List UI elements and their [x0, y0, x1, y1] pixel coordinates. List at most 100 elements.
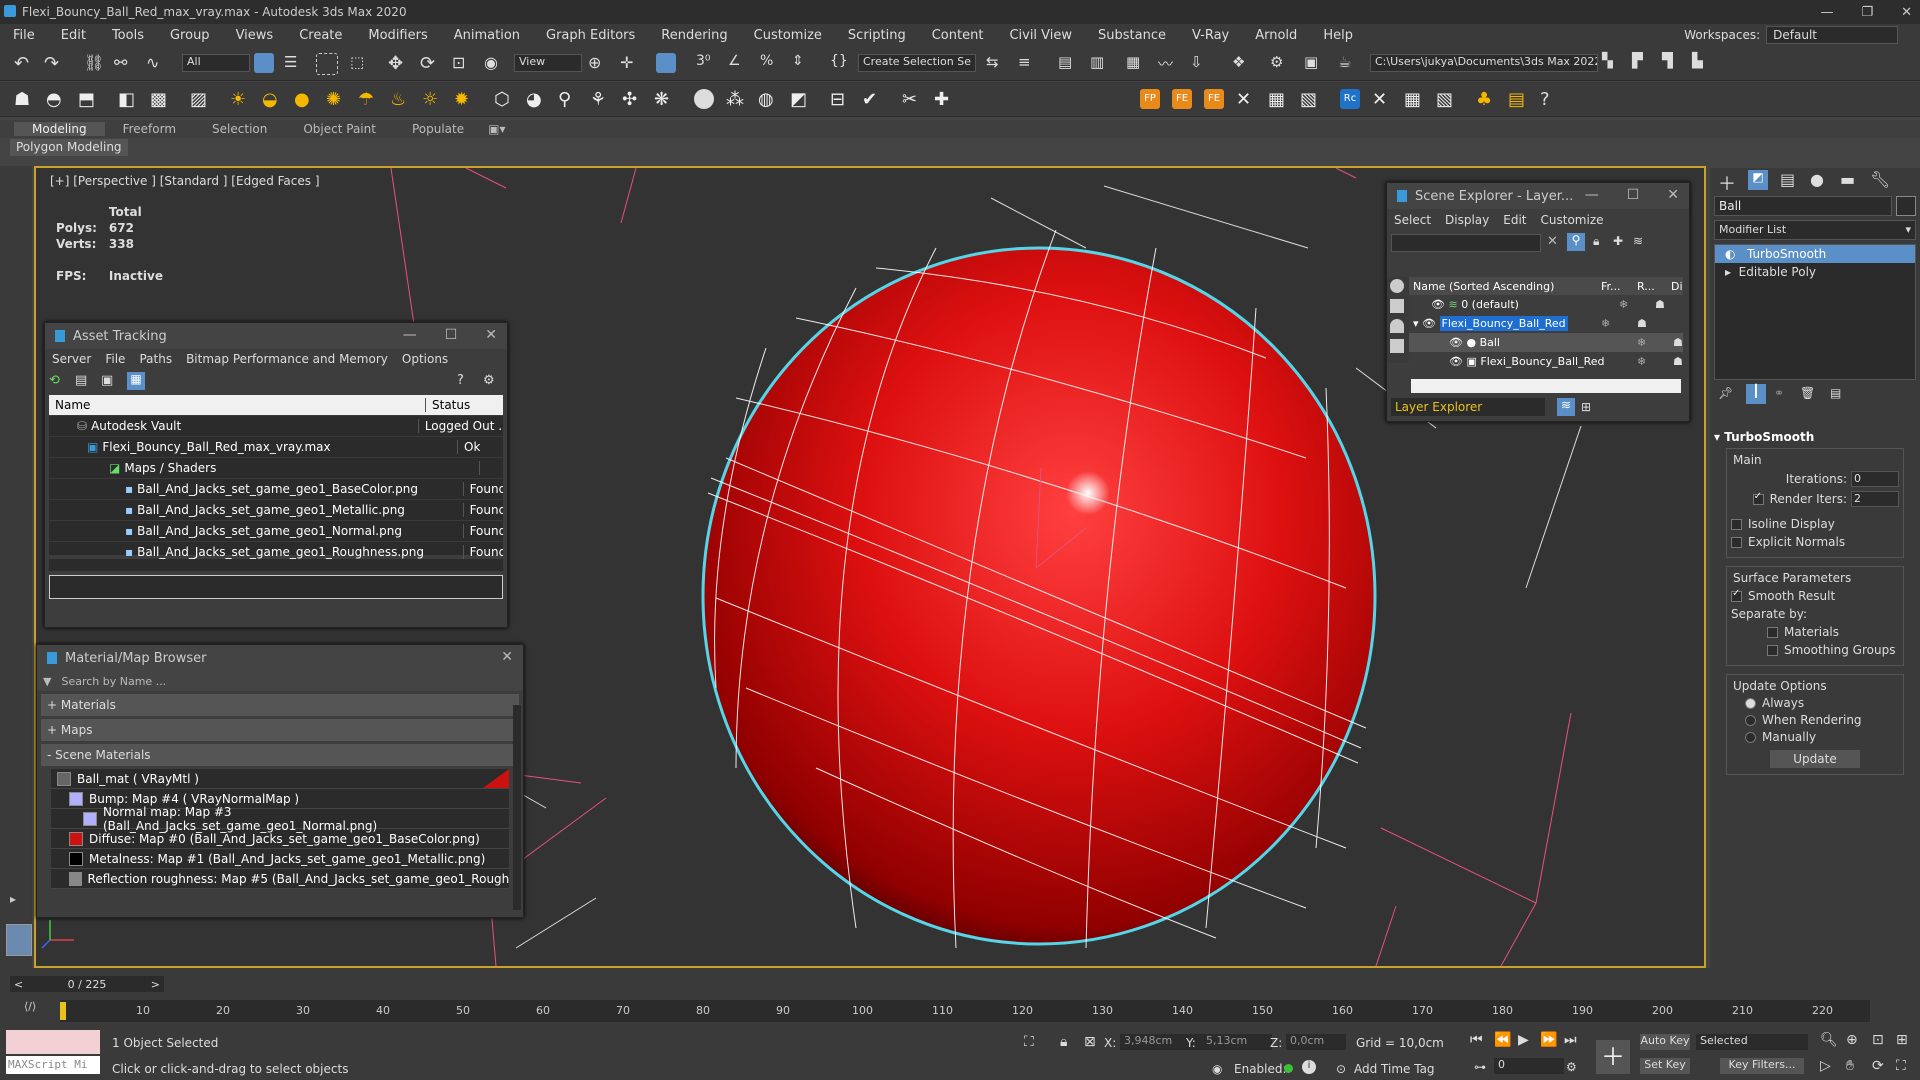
script-icon[interactable]: ◉ [1212, 1062, 1222, 1076]
menu-scripting[interactable]: Scripting [835, 28, 919, 43]
smooth-result-checkbox[interactable] [1731, 588, 1742, 602]
menu-display[interactable]: Display [1438, 213, 1496, 227]
current-frame-field[interactable]: 0 [1494, 1058, 1564, 1074]
light-ies-icon[interactable]: ☂ [358, 89, 378, 110]
list-item[interactable]: 👁︎ ▣ Flexi_Bouncy_Ball_Red ❄ ☗ [1409, 352, 1683, 371]
material-map-browser[interactable]: Material/Map Browser ✕ ▼ Search by Name … [36, 644, 524, 918]
forest-effects-icon[interactable]: FE [1204, 89, 1224, 109]
table-row[interactable]: ▪ Ball_And_Jacks_set_game_geo1_BaseColor.… [49, 479, 503, 500]
render-teapot-icon[interactable]: ☗ [1637, 317, 1647, 330]
asset-editor-icon[interactable]: ◧ [118, 89, 138, 110]
table-row[interactable]: ▪ Ball_And_Jacks_set_game_geo1_Normal.png… [49, 521, 503, 542]
transform-icon[interactable]: ✚ [934, 89, 954, 110]
freeze-icon[interactable]: ❄ [1619, 298, 1655, 311]
ball-object[interactable] [703, 248, 1375, 944]
time-config-icon[interactable]: ⚙ [1566, 1060, 1577, 1074]
material-editor-icon[interactable]: ❖ [1232, 53, 1252, 73]
railclone-icon[interactable]: Rc [1340, 89, 1360, 109]
time-tag-icon[interactable]: ⊙ [1336, 1062, 1346, 1076]
display-cameras-icon[interactable] [1390, 339, 1404, 353]
unlink-icon[interactable]: ⚯ [114, 53, 134, 73]
decal-icon[interactable]: ✣ [622, 89, 642, 110]
key-mode-icon[interactable]: ⊶ [1474, 1060, 1486, 1074]
selection-filter-dropdown[interactable]: All [182, 54, 250, 72]
explicit-normals-checkbox[interactable] [1731, 537, 1742, 548]
tab-modeling[interactable]: Modeling [14, 122, 105, 136]
scene-search-input[interactable] [1391, 234, 1541, 252]
materials-checkbox[interactable] [1767, 627, 1778, 638]
project-path-field[interactable]: C:\Users\jukya\Documents\3ds Max 2022 [1370, 54, 1598, 72]
select-by-name-icon[interactable]: ☰ [284, 53, 304, 73]
close-icon[interactable]: ✕ [485, 327, 497, 343]
maximize-icon[interactable]: ❐ [1861, 5, 1873, 20]
minimize-icon[interactable]: — [1585, 187, 1599, 203]
key-set-dropdown[interactable]: Selected [1696, 1034, 1808, 1050]
align-icon[interactable]: ≡ [1018, 53, 1038, 73]
railclone-panel-icon[interactable]: ▧ [1436, 89, 1456, 110]
railclone-grid-icon[interactable]: ▦ [1404, 89, 1424, 110]
material-browser-titlebar[interactable]: Material/Map Browser ✕ [37, 645, 523, 671]
expand-arrow-icon[interactable]: ▸ [1725, 265, 1731, 279]
layer-manager-icon[interactable]: ▨ [190, 89, 210, 110]
display-tab-icon[interactable]: ▬ [1840, 170, 1855, 189]
material-search-input[interactable]: Search by Name ... [61, 675, 166, 688]
render-teapot-icon[interactable]: ☗ [1673, 355, 1683, 368]
menu-file[interactable]: File [98, 352, 132, 366]
sun-icon[interactable]: ☼ [422, 89, 442, 110]
snaps-toggle-icon[interactable]: 3⁰ [696, 53, 716, 73]
horizontal-scrollbar[interactable] [1411, 379, 1681, 393]
zoom-extents-all-icon[interactable]: ⊞ [1896, 1032, 1908, 1048]
list-item[interactable]: 👁︎ ● Ball ❄ ☗ [1409, 333, 1683, 352]
proxy-icon[interactable]: ⬡ [494, 89, 514, 110]
edit-named-selection-icon[interactable]: {} [830, 53, 850, 73]
table-row[interactable]: ▪ Ball_And_Jacks_set_game_geo1_Metallic.p… [49, 500, 503, 521]
scene-explorer-window[interactable]: Scene Explorer - Layer... — ☐ ✕ Select D… [1386, 182, 1690, 422]
link-icon[interactable]: ⛓ [84, 53, 104, 73]
undo-icon[interactable]: ↶ [14, 53, 34, 74]
forest-edit-icon[interactable]: FE [1172, 89, 1192, 109]
sky-icon[interactable]: ✹ [454, 89, 474, 110]
display-geometry-icon[interactable] [1390, 299, 1404, 313]
move-icon[interactable]: ✥ [388, 53, 408, 74]
menu-server[interactable]: Server [45, 352, 98, 366]
menu-substance[interactable]: Substance [1085, 28, 1179, 43]
col-render[interactable]: R... [1637, 280, 1671, 293]
rect-selection-icon[interactable] [316, 53, 338, 75]
railclone-edit-icon[interactable]: ✕ [1372, 89, 1392, 110]
vfb-icon[interactable]: ⬒ [78, 89, 98, 110]
object-color-swatch[interactable] [1896, 196, 1916, 216]
teapot-icon[interactable]: ☗ [14, 89, 34, 110]
menu-options[interactable]: Options [395, 352, 455, 366]
tab-freeform[interactable]: Freeform [105, 122, 194, 136]
minimize-icon[interactable]: — [403, 327, 417, 343]
info-icon[interactable]: i [1302, 1060, 1316, 1074]
menu-views[interactable]: Views [223, 28, 287, 43]
render-teapot-icon[interactable]: ☗ [1673, 336, 1683, 349]
y-coordinate-field[interactable]: 5,13cm [1202, 1034, 1272, 1050]
menu-edit[interactable]: Edit [48, 28, 99, 43]
angle-snap-icon[interactable]: ∠ [728, 53, 748, 73]
light-sphere-icon[interactable]: ● [294, 89, 314, 110]
maximize-viewport-icon[interactable]: ⛶ [1896, 1058, 1906, 1074]
motion-tab-icon[interactable]: ● [1810, 170, 1824, 189]
enabled-indicator[interactable] [1284, 1064, 1293, 1073]
menu-group[interactable]: Group [157, 28, 223, 43]
menu-edit[interactable]: Edit [1496, 213, 1533, 227]
modifier-list-dropdown[interactable]: Modifier List ▾ [1714, 220, 1916, 240]
schematic-view-icon[interactable]: ⇩ [1190, 53, 1210, 73]
table-row[interactable]: ⛁ Autodesk Vault Logged Out ... [49, 416, 503, 437]
section-materials[interactable]: + Materials [41, 694, 519, 716]
new-layer-icon[interactable]: ✚ [1613, 234, 1623, 248]
menu-modifiers[interactable]: Modifiers [355, 28, 440, 43]
select-object-icon[interactable] [254, 53, 274, 73]
col-status[interactable]: Status [426, 398, 470, 412]
redo-icon[interactable]: ↷ [44, 53, 64, 74]
when-rendering-radio[interactable] [1745, 715, 1756, 726]
show-end-result-icon[interactable]: ┃ [1746, 384, 1766, 404]
hierarchy-tab-icon[interactable]: ▤ [1780, 170, 1795, 189]
layout-icon-a[interactable]: ▛ [1632, 53, 1652, 73]
freeze-icon[interactable]: ❄ [1637, 355, 1673, 368]
tab-object-paint[interactable]: Object Paint [285, 122, 394, 136]
ribbon-options-icon[interactable]: ▣▾ [482, 122, 511, 136]
close-icon[interactable]: ✕ [1901, 5, 1912, 20]
